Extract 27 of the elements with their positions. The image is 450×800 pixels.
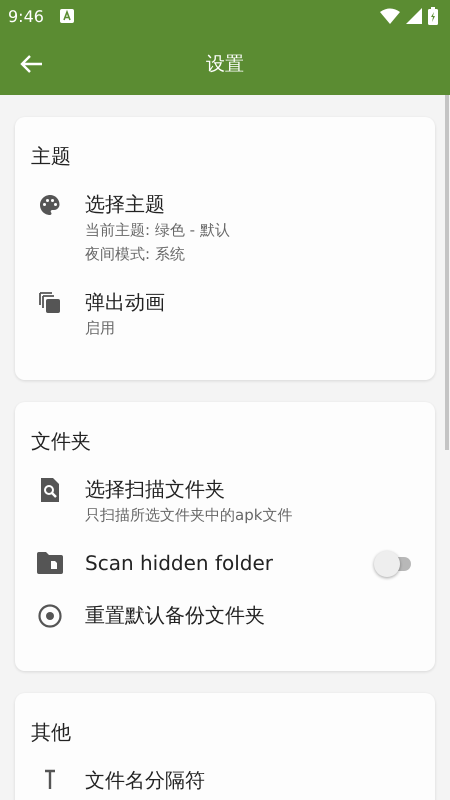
setting-title[interactable]: 文件名分隔符	[85, 766, 413, 794]
notification-icon	[60, 9, 74, 23]
setting-title[interactable]: 重置默认备份文件夹	[85, 601, 413, 629]
setting-summary: 夜间模式: 系统	[85, 244, 186, 265]
setting-summary: 当前主题: 绿色 - 默认	[85, 220, 231, 241]
section-header: 其他	[30, 719, 72, 746]
setting-title[interactable]: 弹出动画	[85, 288, 413, 316]
setting-summary: 启用	[85, 318, 116, 339]
signal-icon	[406, 8, 422, 24]
back-arrow-icon[interactable]	[19, 54, 43, 74]
text-cursor-icon	[43, 769, 57, 789]
setting-summary: 只扫描所选文件夹中的apk文件	[85, 505, 294, 526]
section-header: 文件夹	[30, 428, 92, 455]
status-time: 9:46	[8, 6, 44, 26]
screen-title: 设置	[205, 52, 245, 76]
toggle-switch[interactable]	[373, 550, 413, 578]
section-header: 主题	[30, 143, 72, 170]
radio-target-icon	[38, 604, 62, 628]
setting-title[interactable]: 选择主题	[85, 190, 413, 218]
wifi-icon	[380, 8, 400, 24]
setting-title[interactable]: Scan hidden folder	[85, 549, 373, 577]
folder-icon	[37, 552, 63, 574]
setting-title[interactable]: 选择扫描文件夹	[85, 475, 413, 503]
file-search-icon	[39, 478, 61, 502]
stacked-squares-icon	[38, 291, 62, 315]
battery-icon	[428, 7, 438, 25]
palette-icon	[38, 193, 62, 217]
